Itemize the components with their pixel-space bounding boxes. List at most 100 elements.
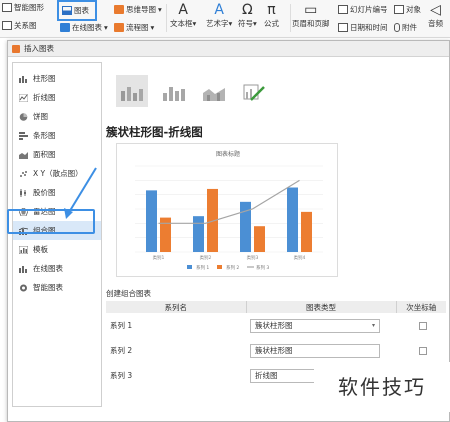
combo-selection-highlight [7,209,95,234]
art-text-button[interactable]: A 艺术字▾ [206,2,232,29]
column-chart-icon [19,75,27,83]
series-name-cell: 系列 3 [110,371,133,380]
nav-item-online-chart[interactable]: 在线图表 [13,259,101,278]
series-name-cell: 系列 2 [110,346,133,355]
nav-item-stock[interactable]: 股价图 [13,183,101,202]
table-row: 系列 1 簇状柱形图 ▾ [106,313,446,338]
calendar-icon [338,23,348,32]
audio-button[interactable]: ◁ 音频 [428,2,443,29]
online-chart-icon [19,265,27,273]
ribbon-toolbar: 智能图形 关系图 图表 在线图表 ▾ 思维导图 ▾ 流程图 ▾ A 文本框▾ A… [0,0,450,38]
custom-combo-pencil-icon [243,84,265,101]
bar-2-4 [301,211,312,252]
template-icon [19,245,28,254]
dialog-title: 插入图表 [24,44,54,53]
relation-graph-button[interactable]: 关系图 [2,20,37,31]
pie-chart-icon [19,112,28,121]
legend-swatch [187,265,192,269]
formula-button[interactable]: π 公式 [264,2,279,29]
x-tick-label: 类别4 [294,254,306,261]
chevron-down-icon: ▾ [371,322,375,329]
legend-label: 系列 1 [196,264,209,271]
object-icon [394,5,404,14]
preview-chart-svg: 图表标题类别1 类别2 类别3 类别4 系列 1 系列 2 系列 3 [135,150,323,271]
nav-item-line[interactable]: 折线图 [13,88,101,107]
speaker-icon: ◁ [430,2,441,18]
date-time-button[interactable]: 日期和时间 [338,22,388,33]
chart-type-cell: 簇状柱形图 [246,338,396,363]
slide-number-icon [338,5,348,14]
nav-item-smart-chart[interactable]: 智能图表 [13,278,101,297]
table-row: 系列 2 簇状柱形图 [106,338,446,363]
create-combo-label: 创建组合图表 [106,289,151,298]
series-table-header: 系列名 图表类型 次坐标轴 [106,301,446,313]
nav-item-column[interactable]: 柱形图 [13,69,101,88]
chart-type-cell: 簇状柱形图 ▾ [246,313,396,338]
x-tick-label: 类别2 [200,254,212,261]
nav-item-bar[interactable]: 条形图 [13,126,101,145]
symbol-icon: Ω [242,2,253,18]
nav-item-area[interactable]: 面积图 [13,145,101,164]
object-button[interactable]: 对象 [394,4,421,15]
online-chart-button[interactable]: 在线图表 ▾ [60,22,108,33]
subtype-custom-combination[interactable] [238,75,270,107]
series-name-cell: 系列 1 [110,321,133,330]
watermark-text: 软件技巧 [314,362,450,412]
slide-number-button[interactable]: 幻灯片编号 [338,4,388,15]
dialog-titlebar: 插入图表 [8,41,449,57]
relation-graph-icon [2,21,12,30]
bar-chart-icon [19,131,28,140]
subtype-clustered-column-line[interactable] [116,75,148,107]
chart-type-select[interactable]: 簇状柱形图 [250,343,380,358]
symbol-button[interactable]: Ω 符号▾ [238,2,257,29]
text-box-icon: A [178,2,188,18]
ribbon-separator [166,4,167,32]
legend-label: 系列 3 [256,264,269,271]
chart-type-list: 柱形图 折线图 饼图 条形图 面积图 X Y（散点图） 股价图 雷达图 组合图 … [12,62,102,407]
secondary-axis-checkbox[interactable] [419,321,427,330]
smart-graphic-icon [2,3,12,12]
scatter-chart-icon [20,170,27,177]
nav-item-pie[interactable]: 饼图 [13,107,101,126]
attachment-button[interactable]: 附件 [394,22,417,33]
header-footer-button[interactable]: ▭ 页眉和页脚 [292,2,330,29]
subtype-stacked-area-column[interactable] [198,75,230,107]
formula-icon: π [267,2,276,18]
stock-chart-icon [20,188,26,197]
mind-map-button[interactable]: 思维导图 ▾ [114,4,162,15]
chart-button[interactable]: 图表 [62,5,89,16]
secondary-axis-cell [396,313,446,338]
column-header-secondary-axis: 次坐标轴 [396,301,446,313]
bar-1-4 [287,187,298,252]
art-text-icon: A [214,2,224,18]
x-tick-label: 类别1 [153,254,165,261]
mind-map-icon [114,5,124,14]
smart-graphic-button[interactable]: 智能图形 [2,2,44,13]
subtype-column-line-secondary-axis[interactable] [158,75,190,107]
x-tick-label: 类别3 [247,254,259,261]
flowchart-icon [114,23,124,32]
stacked-area-icon [203,88,225,101]
chart-preview: 图表标题类别1 类别2 类别3 类别4 系列 1 系列 2 系列 3 [116,143,338,277]
paperclip-icon [394,23,400,32]
column-header-chart-type: 图表类型 [246,301,397,313]
bar-1-2 [193,216,204,252]
online-chart-icon [60,23,70,32]
line-chart-icon [19,93,28,102]
nav-item-template[interactable]: 模板 [13,240,101,259]
secondary-axis-cell [396,338,446,363]
bar-1-1 [146,190,157,252]
nav-item-scatter[interactable]: X Y（散点图） [13,164,101,183]
text-box-button[interactable]: A 文本框▾ [170,2,196,29]
flowchart-button[interactable]: 流程图 ▾ [114,22,154,33]
column-header-series-name: 系列名 [106,301,247,313]
header-footer-icon: ▭ [304,2,318,18]
secondary-axis-checkbox[interactable] [419,346,427,355]
chart-title: 图表标题 [216,150,240,158]
selected-chart-type-title: 簇状柱形图-折线图 [106,125,203,139]
legend-label: 系列 2 [226,264,239,271]
line-series-1 [158,179,300,224]
bar-2-3 [254,226,265,252]
chart-type-select[interactable]: 簇状柱形图 ▾ [250,318,380,333]
area-chart-icon [19,151,28,159]
